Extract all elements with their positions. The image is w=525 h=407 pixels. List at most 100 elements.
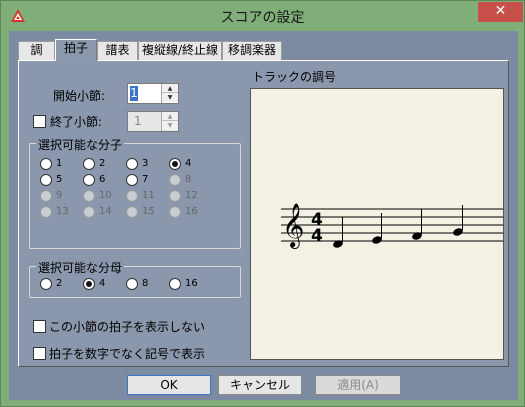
numerator-option-3[interactable]: 3 (126, 157, 166, 171)
radio-button[interactable] (83, 158, 95, 170)
start-measure-input[interactable]: 1 (130, 86, 138, 101)
end-measure-arrows[interactable]: ▲ ▼ (161, 112, 178, 131)
spin-up-icon[interactable]: ▲ (162, 112, 178, 121)
numerator-option-10[interactable]: 10 (83, 189, 123, 203)
numerator-option-14[interactable]: 14 (83, 205, 123, 219)
quarter-note-4 (453, 205, 463, 236)
radio-button[interactable] (40, 174, 52, 186)
time-sig-denominator: 4 (311, 226, 323, 246)
apply-button[interactable]: 適用(A) (315, 375, 401, 395)
quarter-note-2 (372, 213, 382, 244)
numerator-option-15[interactable]: 15 (126, 205, 166, 219)
tab-key[interactable]: 調 (18, 41, 55, 60)
radio-button[interactable] (83, 174, 95, 186)
radio-button[interactable] (40, 278, 52, 290)
radio-label: 1 (56, 158, 63, 169)
dialog-window: スコアの設定 ✕ 調 拍子 譜表 複縦線/終止線 移調楽器 開始小節: 1 ▲ … (0, 0, 525, 407)
close-button[interactable]: ✕ (478, 2, 523, 22)
radio-label: 8 (142, 278, 149, 289)
denominator-option-4[interactable]: 4 (83, 277, 123, 291)
denominator-option-2[interactable]: 2 (40, 277, 80, 291)
radio-label: 14 (99, 206, 112, 217)
radio-label: 4 (99, 278, 106, 289)
start-measure-label: 開始小節: (53, 89, 106, 103)
radio-button[interactable] (83, 278, 95, 290)
numerator-option-4[interactable]: 4 (169, 157, 209, 171)
window-title: スコアの設定 (220, 10, 305, 26)
dialog-client: 調 拍子 譜表 複縦線/終止線 移調楽器 開始小節: 1 ▲ ▼ 終了小節: 1… (9, 31, 518, 400)
radio-label: 2 (99, 158, 106, 169)
radio-label: 10 (99, 190, 112, 201)
radio-label: 11 (142, 190, 155, 201)
title-bar[interactable]: スコアの設定 ✕ (1, 1, 524, 31)
radio-label: 15 (142, 206, 155, 217)
radio-button[interactable] (169, 206, 181, 218)
radio-label: 7 (142, 174, 149, 185)
numerator-option-16[interactable]: 16 (169, 205, 209, 219)
numerator-option-6[interactable]: 6 (83, 173, 123, 187)
radio-button[interactable] (40, 190, 52, 202)
numerator-option-7[interactable]: 7 (126, 173, 166, 187)
symbol-display-checkbox[interactable] (33, 347, 46, 360)
end-measure-checkbox[interactable] (33, 115, 46, 128)
radio-button[interactable] (126, 278, 138, 290)
radio-label: 12 (185, 190, 198, 201)
denominator-option-8[interactable]: 8 (126, 277, 166, 291)
numerator-group: 選択可能な分子 1 2 3 4 5 6 7 8 9 10 11 12 13 14 15 16 (29, 136, 241, 249)
radio-button[interactable] (169, 278, 181, 290)
start-measure-arrows[interactable]: ▲ ▼ (161, 84, 178, 103)
tab-staff[interactable]: 譜表 (97, 41, 138, 60)
end-measure-label: 終了小節: (50, 115, 103, 129)
radio-label: 9 (56, 190, 63, 201)
radio-label: 16 (185, 206, 198, 217)
numerator-option-13[interactable]: 13 (40, 205, 80, 219)
time-signature-panel: 開始小節: 1 ▲ ▼ 終了小節: 1 ▲ ▼ 選択可能な分子 12345678… (18, 60, 509, 367)
radio-button[interactable] (126, 206, 138, 218)
numerator-option-9[interactable]: 9 (40, 189, 80, 203)
track-key-preview: 𝄞 4 4 (250, 88, 504, 360)
tab-time-signature[interactable]: 拍子 (55, 39, 97, 61)
radio-label: 4 (185, 158, 192, 169)
start-measure-spinner[interactable]: 1 ▲ ▼ (127, 83, 179, 104)
numerator-option-8[interactable]: 8 (169, 173, 209, 187)
numerator-group-title: 選択可能な分子 (36, 136, 125, 153)
radio-label: 6 (99, 174, 106, 185)
radio-label: 3 (142, 158, 149, 169)
radio-button[interactable] (169, 158, 181, 170)
spin-down-icon[interactable]: ▼ (162, 93, 178, 102)
numerator-option-2[interactable]: 2 (83, 157, 123, 171)
radio-button[interactable] (169, 174, 181, 186)
radio-label: 13 (56, 206, 69, 217)
staff-preview: 𝄞 4 4 (281, 203, 503, 249)
spin-down-icon[interactable]: ▼ (162, 121, 178, 130)
end-measure-input[interactable]: 1 (134, 114, 164, 129)
denominator-option-16[interactable]: 16 (169, 277, 209, 291)
end-measure-spinner[interactable]: 1 ▲ ▼ (127, 111, 179, 132)
radio-label: 8 (185, 174, 192, 185)
radio-button[interactable] (83, 206, 95, 218)
numerator-option-5[interactable]: 5 (40, 173, 80, 187)
ok-button[interactable]: OK (127, 375, 211, 395)
numerator-option-1[interactable]: 1 (40, 157, 80, 171)
tab-barlines[interactable]: 複縦線/終止線 (138, 41, 222, 60)
radio-label: 16 (185, 278, 198, 289)
radio-button[interactable] (83, 190, 95, 202)
treble-clef-icon: 𝄞 (282, 203, 304, 249)
radio-button[interactable] (40, 158, 52, 170)
radio-button[interactable] (126, 174, 138, 186)
numerator-option-11[interactable]: 11 (126, 189, 166, 203)
cancel-button[interactable]: キャンセル (218, 375, 302, 395)
denominator-group: 選択可能な分母 2 4 8 16 (29, 259, 241, 298)
radio-button[interactable] (126, 190, 138, 202)
track-key-title: トラックの調号 (252, 70, 337, 84)
hide-time-signature-checkbox[interactable] (33, 320, 46, 333)
numerator-option-12[interactable]: 12 (169, 189, 209, 203)
denominator-group-title: 選択可能な分母 (36, 259, 125, 276)
radio-button[interactable] (40, 206, 52, 218)
spin-up-icon[interactable]: ▲ (162, 84, 178, 93)
hide-time-signature-label: この小節の拍子を表示しない (49, 320, 206, 334)
radio-button[interactable] (169, 190, 181, 202)
radio-button[interactable] (126, 158, 138, 170)
radio-label: 2 (56, 278, 63, 289)
tab-transposing[interactable]: 移調楽器 (222, 41, 282, 60)
